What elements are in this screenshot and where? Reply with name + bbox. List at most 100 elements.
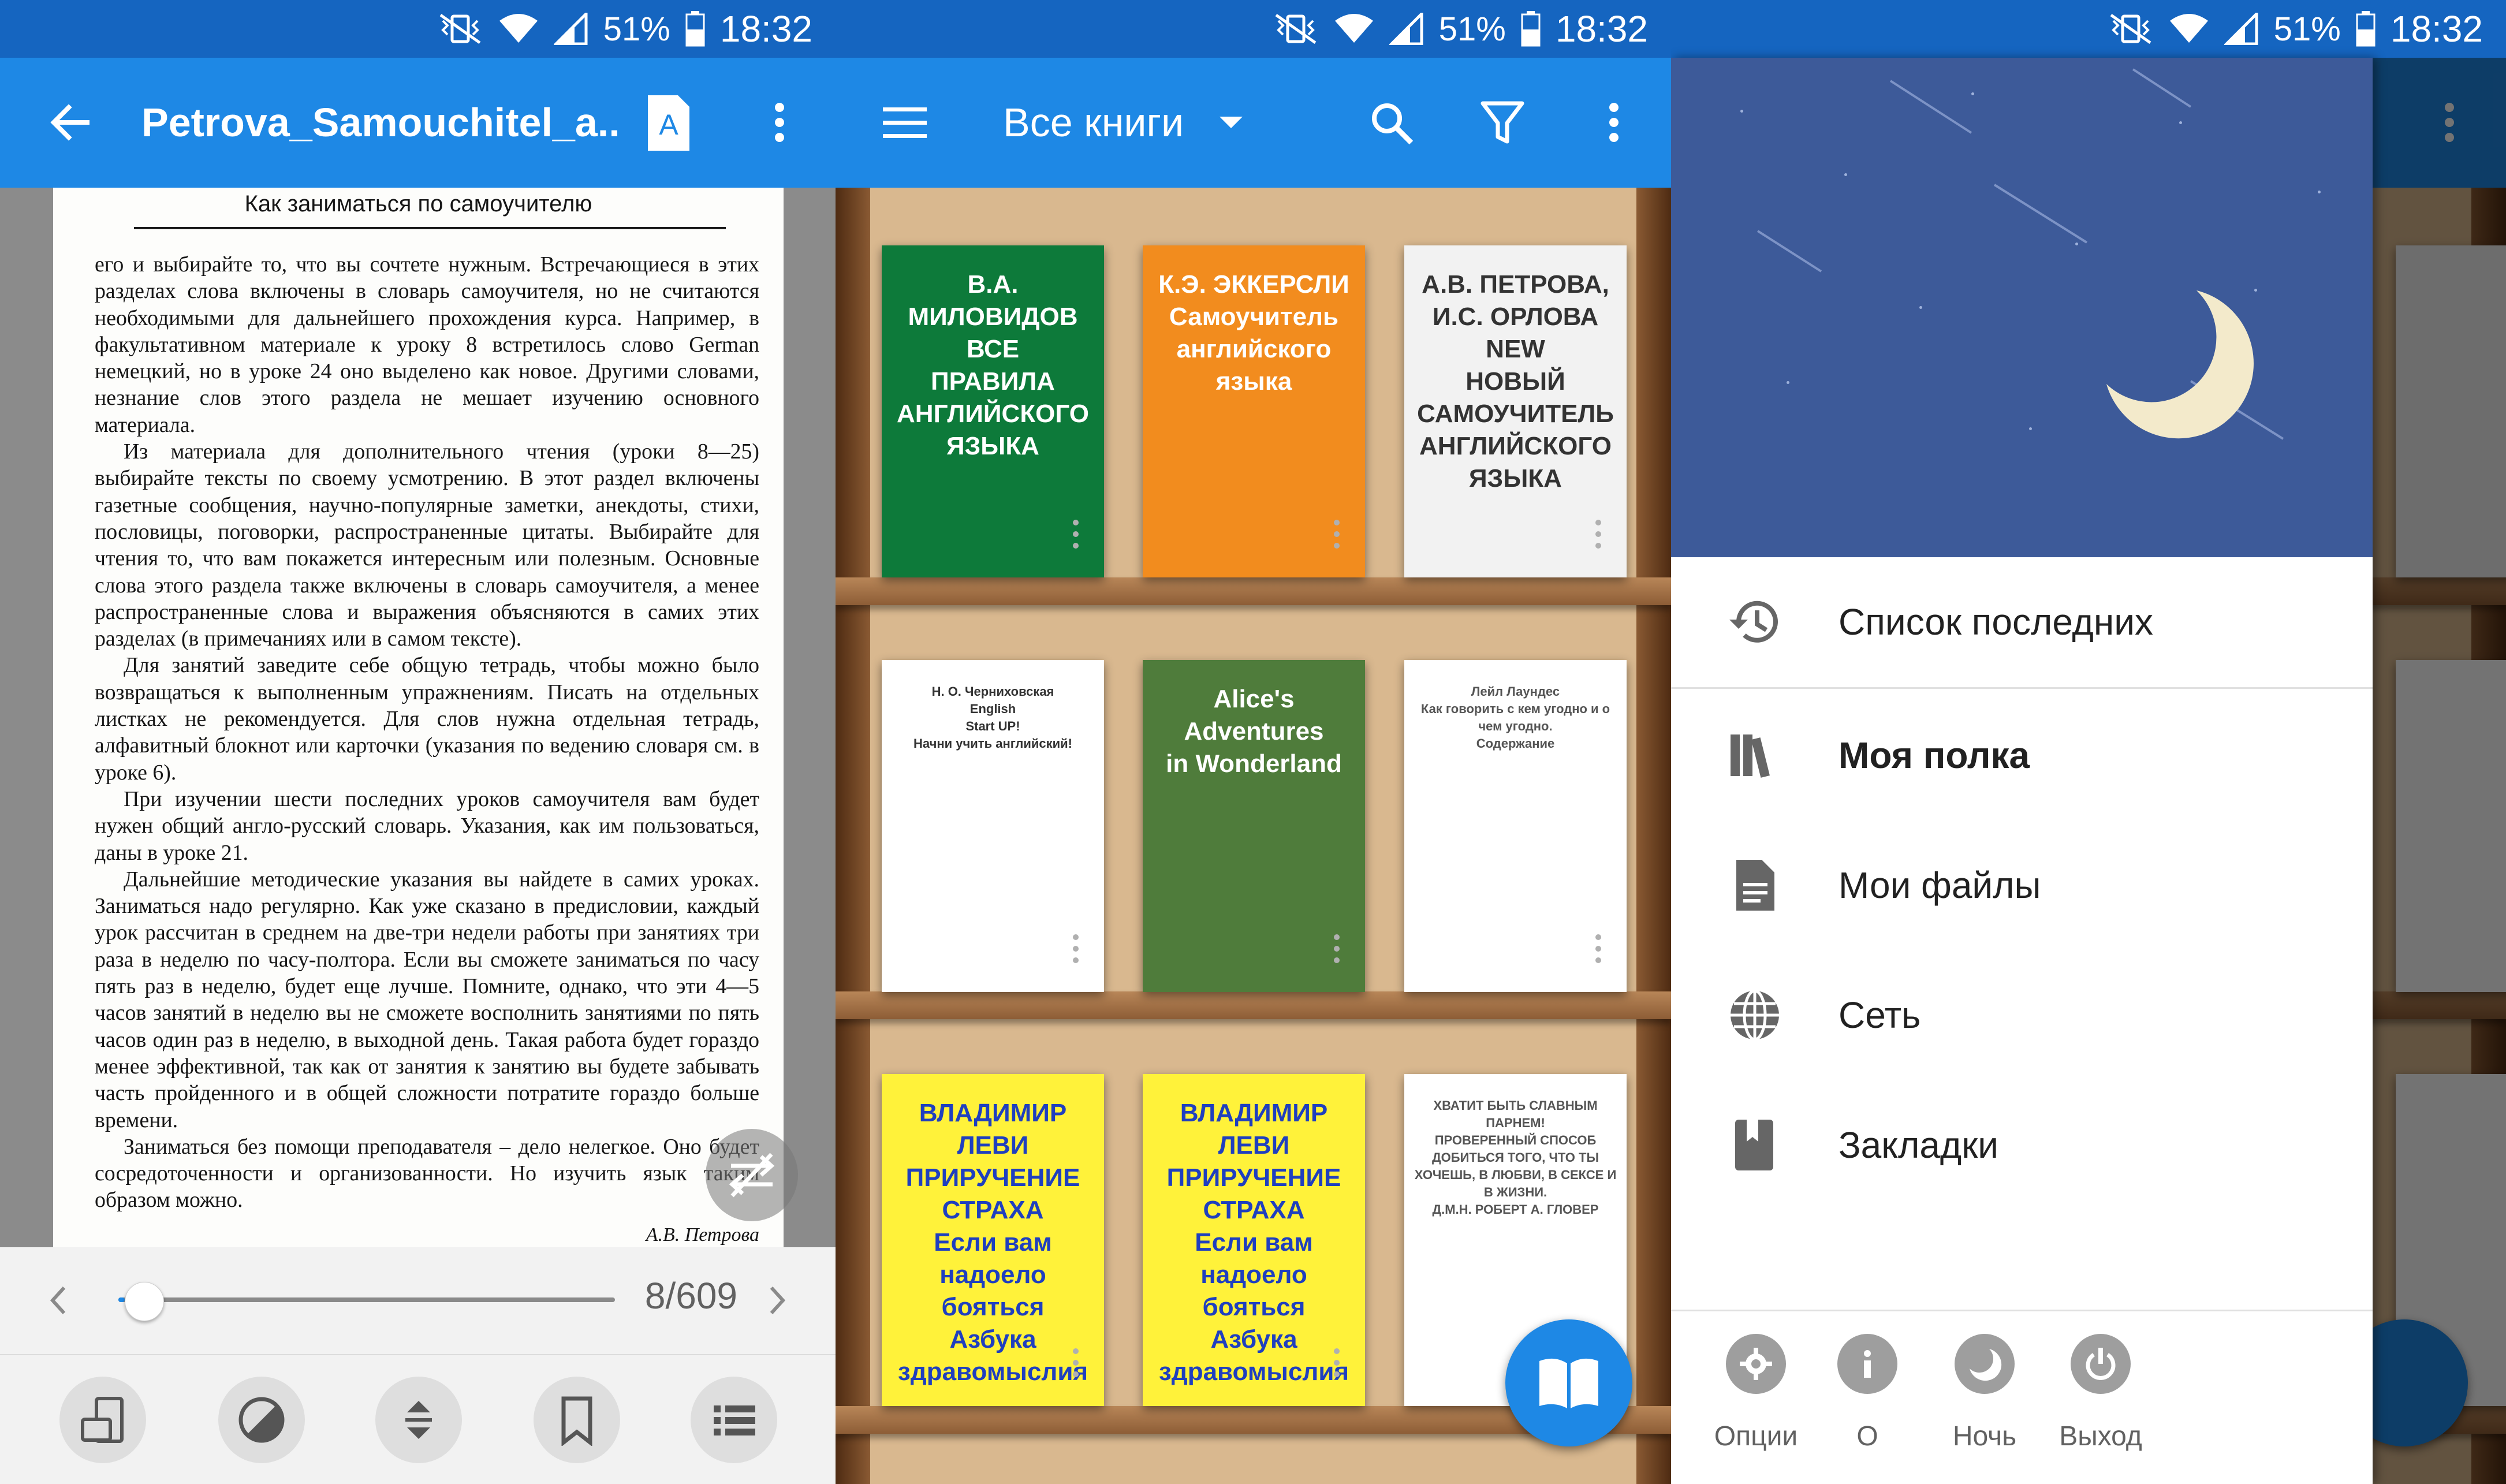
book-cover[interactable]: А.В. ПЕТРОВА, И.С. ОРЛОВА NEW НОВЫЙ САМО…: [1404, 245, 1627, 577]
drawer-item[interactable]: Сеть: [1671, 950, 2373, 1080]
book-cover[interactable]: В.А. МИЛОВИДОВ ВСЕ ПРАВИЛА АНГЛИЙСКОГО Я…: [882, 245, 1104, 577]
back-arrow-icon[interactable]: [46, 99, 92, 146]
book-cover-text: Лейл Лаундес Как говорить с кем угодно и…: [1420, 684, 1610, 751]
page-seek-bar: 8/609: [0, 1247, 836, 1354]
book-cover[interactable]: К.Э. ЭККЕРСЛИ Самоучитель английского яз…: [1143, 245, 1365, 577]
book-cover[interactable]: Лейл Лаундес Как говорить с кем угодно и…: [1404, 660, 1627, 992]
search-icon[interactable]: [1367, 98, 1416, 147]
drawer-footer-button[interactable]: Выход: [2031, 1334, 2170, 1472]
library-app-bar: Все книги: [836, 58, 1671, 188]
book-cover-text: ХВАТИТ БЫТЬ СЛАВНЫМ ПАРНЕМ! ПРОВЕРЕННЫЙ …: [1414, 1098, 1617, 1217]
reader-panel: 51% 18:32 Petrova_Samouchitel_a.. A Как …: [0, 0, 836, 1484]
book-options-icon[interactable]: [1595, 934, 1601, 969]
vibrate-icon: [437, 13, 483, 45]
page-indicator: 8/609: [644, 1275, 737, 1317]
book-options-icon[interactable]: [1334, 934, 1340, 969]
reader-controls: 8/609: [0, 1247, 836, 1484]
expand-collapse-icon: [390, 1391, 448, 1449]
drawer-item[interactable]: Список последних: [1671, 557, 2373, 687]
seek-track[interactable]: [118, 1297, 615, 1302]
library-filter-title[interactable]: Все книги: [1003, 58, 1184, 188]
drawer-item-label: Сеть: [1839, 994, 1921, 1036]
book-title: Petrova_Samouchitel_a..: [141, 100, 620, 145]
clock: 18:32: [719, 8, 812, 50]
library-panel: 51% 18:32 Все книги В.А. МИЛОВИДОВ ВСЕ П…: [836, 0, 1671, 1484]
battery-icon: [2356, 11, 2376, 47]
next-page-icon[interactable]: [760, 1280, 795, 1321]
book-cover[interactable]: Alice's Adventures in Wonderland: [1143, 660, 1365, 992]
menu-icon[interactable]: [879, 99, 931, 146]
bookmark-button[interactable]: [534, 1377, 620, 1463]
moon-icon: [1955, 1334, 2015, 1394]
book-options-icon[interactable]: [1073, 934, 1079, 969]
paragraph: Заниматься без помощи преподавателя – де…: [95, 1134, 759, 1213]
status-bar: 51% 18:32: [0, 0, 836, 58]
drawer-divider: [1671, 687, 2373, 689]
bookmark-icon: [548, 1391, 606, 1449]
reader-app-bar: Petrova_Samouchitel_a.. A: [0, 58, 836, 188]
book-page[interactable]: Как заниматься по самоучителю его и выби…: [53, 188, 784, 1247]
swap-icon: [723, 1146, 781, 1204]
book-options-icon[interactable]: [1073, 520, 1079, 554]
drawer-item[interactable]: Закладки: [1671, 1080, 2373, 1210]
seek-thumb[interactable]: [125, 1282, 165, 1321]
drawer-item-label: Список последних: [1839, 601, 2153, 643]
signal-icon: [1389, 13, 1424, 45]
signal-icon: [553, 13, 588, 45]
book-options-icon[interactable]: [1334, 1348, 1340, 1383]
drawer-item-label: Моя полка: [1839, 734, 2030, 776]
book-cover-text: ВЛАДИМИР ЛЕВИ ПРИРУЧЕНИЕ СТРАХА Если вам…: [1158, 1099, 1349, 1386]
filter-icon[interactable]: [1479, 98, 1526, 147]
more-vert-icon[interactable]: [1597, 99, 1631, 146]
shelf-side: [836, 188, 870, 1484]
reader-toolbar: [0, 1356, 836, 1484]
bookshelf-icon: [1726, 726, 1784, 784]
book-cover[interactable]: Н. О. Черниховская English Start UP! Нач…: [882, 660, 1104, 992]
translate-icon[interactable]: A: [643, 91, 695, 155]
more-vert-icon[interactable]: [762, 99, 797, 146]
navigation-drawer: Список последних Моя полка Мои файлы Сеть За…: [1671, 58, 2373, 1484]
book-cover[interactable]: ВЛАДИМИР ЛЕВИ ПРИРУЧЕНИЕ СТРАХА Если вам…: [1143, 1074, 1365, 1406]
battery-icon: [685, 11, 705, 47]
scroll-mode-button[interactable]: [375, 1377, 462, 1463]
vibrate-icon: [2108, 13, 2154, 45]
globe-icon: [1726, 986, 1784, 1044]
book-options-icon[interactable]: [1334, 520, 1340, 554]
seek-progress: [118, 1297, 125, 1302]
book-cover-text: Alice's Adventures in Wonderland: [1166, 685, 1342, 778]
status-bar: 51% 18:32: [836, 0, 1671, 58]
wifi-icon: [1334, 13, 1374, 45]
shelf-plank: [836, 577, 1671, 605]
paragraph: При изучении шести последних уроков само…: [95, 786, 759, 865]
contrast-button[interactable]: [218, 1377, 305, 1463]
bookshelf: В.А. МИЛОВИДОВ ВСЕ ПРАВИЛА АНГЛИЙСКОГО Я…: [836, 188, 1671, 1484]
shelf-side: [1636, 188, 1671, 1484]
table-of-contents-button[interactable]: [691, 1377, 777, 1463]
open-book-button[interactable]: [1505, 1319, 1632, 1446]
book-cover[interactable]: ВЛАДИМИР ЛЕВИ ПРИРУЧЕНИЕ СТРАХА Если вам…: [882, 1074, 1104, 1406]
paragraph: его и выбирайте то, что вы сочтете нужны…: [95, 252, 759, 437]
dropdown-arrow-icon[interactable]: [1217, 111, 1245, 134]
drawer-item[interactable]: Мои файлы: [1671, 821, 2373, 950]
paragraph: Из материала для дополнительного чтения …: [95, 439, 759, 651]
gear-icon: [1726, 1334, 1786, 1394]
drawer-item[interactable]: Моя полка: [1671, 691, 2373, 821]
book-cover-text: Н. О. Черниховская English Start UP! Нач…: [913, 684, 1072, 751]
drawer-footer: Опции О Ночь Выход: [1671, 1311, 2373, 1484]
book-options-icon[interactable]: [1595, 520, 1601, 554]
switch-mode-button[interactable]: [706, 1129, 798, 1221]
rotate-screen-button[interactable]: [59, 1377, 146, 1463]
drawer-header: [1671, 58, 2373, 557]
clock: 18:32: [2390, 8, 2483, 50]
page-text: его и выбирайте то, что вы сочтете нужны…: [95, 251, 759, 1214]
vibrate-icon: [1273, 13, 1319, 45]
power-icon: [2071, 1334, 2131, 1394]
book-options-icon[interactable]: [1073, 1348, 1079, 1383]
paragraph: Для занятий заведите себе общую тетрадь,…: [95, 653, 759, 785]
battery-percent: 51%: [2273, 10, 2341, 48]
previous-page-icon[interactable]: [40, 1280, 75, 1321]
battery-icon: [1521, 11, 1541, 47]
book-open-icon: [1537, 1354, 1601, 1412]
book-cover-text: А.В. ПЕТРОВА, И.С. ОРЛОВА NEW НОВЫЙ САМО…: [1417, 270, 1614, 493]
drawer-footer-label: Выход: [2059, 1421, 2142, 1452]
